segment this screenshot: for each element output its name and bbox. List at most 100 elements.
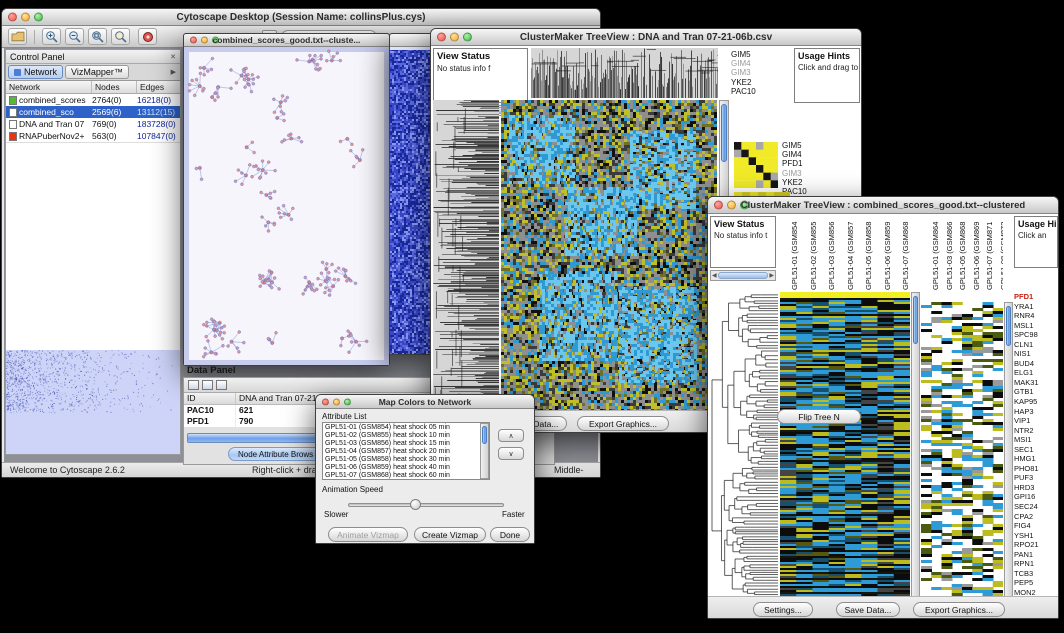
network-graph-canvas[interactable] — [184, 47, 389, 365]
gene-label[interactable]: GIM4 — [782, 150, 822, 159]
column-label[interactable]: GPL51-04 (GSM857 — [836, 216, 855, 292]
network-list-row[interactable]: combined_scores 2764(0) 16218(0) — [6, 94, 180, 106]
gene-label[interactable]: TCB3 — [1014, 569, 1058, 579]
close-icon[interactable] — [437, 33, 446, 42]
gene-label[interactable]: PFD1 — [1014, 292, 1058, 302]
treeview2-titlebar[interactable]: ClusterMaker TreeView : combined_scores_… — [708, 197, 1058, 214]
main-titlebar[interactable]: Cytoscape Desktop (Session Name: collins… — [2, 9, 600, 26]
scroll-thumb[interactable] — [1006, 306, 1011, 346]
gene-label[interactable]: SPC98 — [1014, 330, 1058, 340]
tv1-column-dendrogram-canvas[interactable] — [531, 48, 718, 98]
scroll-thumb[interactable] — [721, 104, 727, 162]
gene-label[interactable]: SEC24 — [1014, 502, 1058, 512]
close-icon[interactable] — [190, 37, 197, 44]
gene-label[interactable]: MSL1 — [1014, 321, 1058, 331]
export-graphics-button[interactable]: Export Graphics... — [577, 416, 669, 431]
gene-label[interactable]: PAC10 — [731, 87, 787, 96]
gene-label[interactable]: GIM4 — [731, 59, 787, 68]
gene-label[interactable]: GPI16 — [1014, 492, 1058, 502]
attribute-create-icon[interactable] — [202, 380, 213, 390]
column-label[interactable]: GPL51-03 (GSM866 — [935, 216, 949, 292]
node-attribute-browser-button[interactable]: Node Attribute Brows — [228, 447, 323, 461]
gene-label[interactable]: YKE2 — [782, 178, 822, 187]
treeview1-titlebar[interactable]: ClusterMaker TreeView : DNA and Tran 07-… — [431, 29, 861, 46]
gene-label[interactable]: YRA1 — [1014, 302, 1058, 312]
scroll-left-icon[interactable]: ◀ — [712, 273, 717, 279]
panel-close-icon[interactable]: ✕ — [170, 53, 176, 61]
gene-label[interactable]: MSI1 — [1014, 435, 1058, 445]
gene-label[interactable]: BUD4 — [1014, 359, 1058, 369]
column-label[interactable]: GPL51-03 (GSM856 — [817, 216, 836, 292]
attribute-item[interactable]: GPL51-07 (GSM868) heat shock 60 min — [325, 472, 487, 480]
tv2-vertical-scrollbar-2[interactable] — [1004, 302, 1013, 598]
gene-label[interactable]: GIM5 — [731, 50, 787, 59]
gene-label[interactable]: GTB1 — [1014, 387, 1058, 397]
tab-overflow-icon[interactable]: ▶ — [171, 68, 178, 76]
scroll-thumb[interactable] — [482, 426, 487, 444]
gene-label[interactable]: FIG4 — [1014, 521, 1058, 531]
column-header[interactable]: Edges — [137, 81, 180, 93]
tab-vizmapper[interactable]: VizMapper™ — [65, 65, 129, 79]
close-icon[interactable] — [322, 398, 329, 405]
minimize-icon[interactable] — [201, 37, 208, 44]
list-scrollbar[interactable] — [480, 423, 489, 479]
attribute-delete-icon[interactable] — [216, 380, 227, 390]
column-label[interactable]: GPL51-02 (GSM855 — [799, 216, 818, 292]
attribute-item[interactable]: GPL51-02 (GSM855) heat shock 10 min — [325, 432, 487, 440]
column-label[interactable]: GPL51-06 (GSM869 — [962, 216, 976, 292]
speed-slider-track[interactable] — [348, 503, 504, 507]
speed-slider-thumb[interactable] — [410, 499, 421, 510]
gene-label[interactable]: VIP1 — [1014, 416, 1058, 426]
gene-label[interactable]: PEP5 — [1014, 578, 1058, 588]
attribute-item[interactable]: GPL51-03 (GSM856) heat shock 15 min — [325, 440, 487, 448]
network-list-row[interactable]: combined_sco 2569(6) 13112(15) — [6, 106, 180, 118]
network-window-2-titlebar[interactable] — [390, 34, 434, 47]
gene-label[interactable]: HAP3 — [1014, 407, 1058, 417]
export-graphics-button[interactable]: Export Graphics... — [913, 602, 1005, 617]
minimize-icon[interactable] — [333, 398, 340, 405]
zoom-in-button[interactable] — [42, 28, 61, 45]
create-vizmap-button[interactable]: Create Vizmap — [414, 527, 486, 542]
column-header[interactable]: Nodes — [92, 81, 137, 93]
tv2-heatmap1-canvas[interactable] — [780, 292, 910, 598]
gene-label[interactable]: NTR2 — [1014, 426, 1058, 436]
attribute-listbox[interactable]: GPL51-01 (GSM854) heat shock 05 minGPL51… — [322, 422, 490, 480]
scroll-thumb[interactable] — [718, 272, 769, 279]
gene-label[interactable]: PHO81 — [1014, 464, 1058, 474]
column-label[interactable]: GPL51-01 (GSM854 — [780, 216, 799, 292]
annotation-button[interactable] — [138, 28, 157, 45]
gene-label[interactable]: YSH1 — [1014, 531, 1058, 541]
attribute-item[interactable]: GPL51-06 (GSM859) heat shock 40 min — [325, 464, 487, 472]
zoom-selected-button[interactable] — [111, 28, 130, 45]
scroll-right-icon[interactable]: ▶ — [769, 273, 774, 279]
gene-label[interactable]: PAN1 — [1014, 550, 1058, 560]
gene-label[interactable]: RPO21 — [1014, 540, 1058, 550]
attribute-item[interactable]: GPL51-01 (GSM854) heat shock 05 min — [325, 424, 487, 432]
gene-label[interactable]: RNR4 — [1014, 311, 1058, 321]
gene-label[interactable]: NIS1 — [1014, 349, 1058, 359]
gene-label[interactable]: HMG1 — [1014, 454, 1058, 464]
gene-label[interactable]: PUF3 — [1014, 473, 1058, 483]
animate-vizmap-button[interactable]: Animate Vizmap — [328, 527, 408, 542]
gene-label[interactable]: GIM3 — [731, 68, 787, 77]
save-data-button[interactable]: Save Data... — [836, 602, 900, 617]
tv2-dendrogram-canvas[interactable] — [710, 292, 778, 598]
horizontal-scrollbar[interactable]: ◀ ▶ — [710, 270, 776, 281]
attribute-item[interactable]: GPL51-04 (GSM857) heat shock 20 min — [325, 448, 487, 456]
gene-label[interactable]: CLN1 — [1014, 340, 1058, 350]
gene-label[interactable]: YKE2 — [731, 78, 787, 87]
done-button[interactable]: Done — [490, 527, 530, 542]
attribute-item[interactable]: GPL51-05 (GSM858) heat shock 30 min — [325, 456, 487, 464]
column-label[interactable]: GPL51-07 (GSM868 — [891, 216, 910, 292]
network-graph-canvas-2[interactable] — [390, 47, 434, 354]
tv2-vertical-scrollbar-1[interactable] — [911, 292, 920, 598]
gene-label[interactable]: PFD1 — [782, 159, 822, 168]
attribute-select-icon[interactable] — [188, 380, 199, 390]
move-up-button[interactable]: ∧ — [498, 429, 524, 442]
tv1-cluster-matrix-canvas[interactable] — [734, 142, 778, 188]
column-label[interactable]: GPL51-08 (GSM872 — [989, 216, 1003, 292]
column-label[interactable]: GPL51-06 (GSM859 — [873, 216, 892, 292]
close-icon[interactable] — [714, 201, 723, 210]
network-list-row[interactable]: DNA and Tran 07 769(0) 183728(0) — [6, 118, 180, 130]
move-down-button[interactable]: ∨ — [498, 447, 524, 460]
